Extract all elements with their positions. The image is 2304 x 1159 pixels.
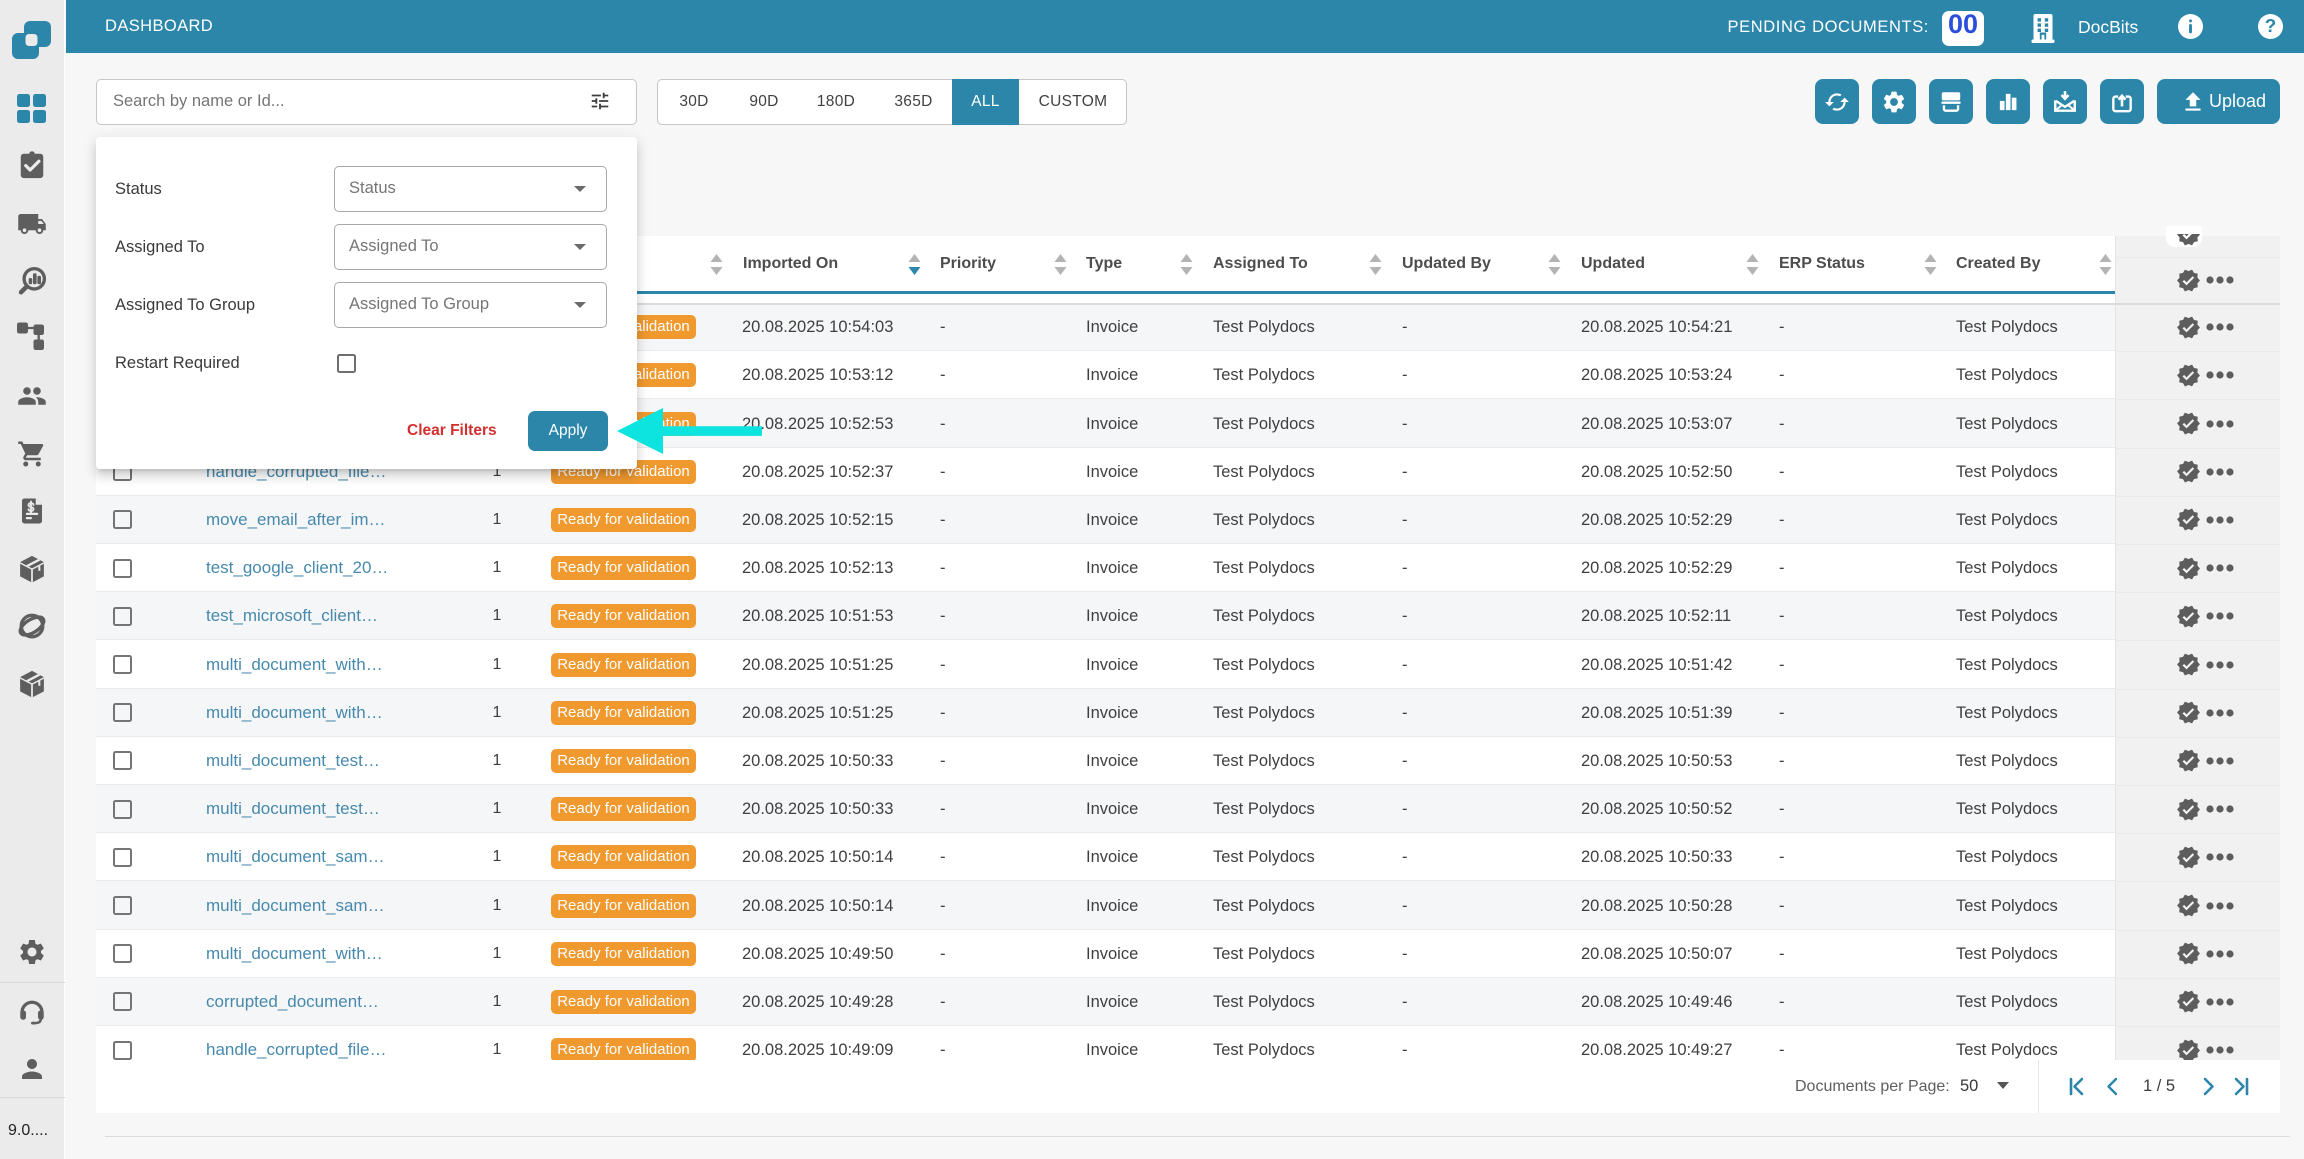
svg-text:?: ? [2265,15,2276,36]
